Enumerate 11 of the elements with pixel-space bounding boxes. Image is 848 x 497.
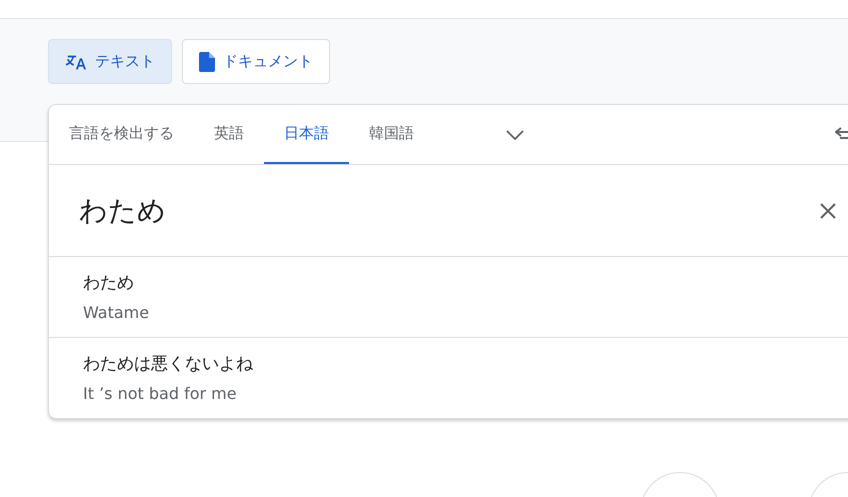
mode-tab[interactable]: ドキュメント: [182, 39, 330, 84]
chevron-down-icon[interactable]: [506, 130, 524, 140]
language-tab[interactable]: 韓国語: [349, 105, 434, 164]
close-icon[interactable]: [819, 202, 837, 220]
language-tab[interactable]: 日本語: [264, 105, 349, 164]
language-tab[interactable]: 言語を検出する: [49, 105, 194, 164]
document-icon: [199, 52, 215, 72]
language-tab[interactable]: 英語: [194, 105, 264, 164]
suggestion-item[interactable]: わため Watame: [49, 257, 848, 337]
suggestion-item[interactable]: わためは悪くないよね It ’s not bad for me: [49, 337, 848, 418]
mode-tab[interactable]: テキスト: [48, 39, 172, 84]
